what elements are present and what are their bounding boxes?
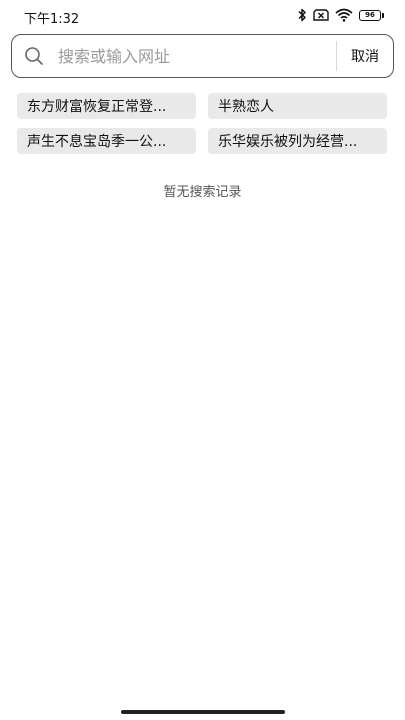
status-bar: 下午1:32 96 bbox=[0, 0, 405, 30]
search-input[interactable] bbox=[56, 36, 336, 76]
hot-search-chip[interactable]: 东方财富恢复正常登... bbox=[17, 93, 196, 119]
hot-search-chip[interactable]: 声生不息宝岛季一公... bbox=[17, 128, 196, 154]
cancel-button[interactable]: 取消 bbox=[337, 35, 393, 77]
status-icons: 96 bbox=[297, 7, 384, 23]
bluetooth-icon bbox=[297, 8, 307, 22]
hot-search-chip[interactable]: 半熟恋人 bbox=[208, 93, 387, 119]
status-time: 下午1:32 bbox=[24, 12, 80, 27]
sim-off-icon bbox=[313, 9, 329, 21]
home-indicator[interactable] bbox=[121, 710, 285, 714]
hot-search-chip[interactable]: 乐华娱乐被列为经营... bbox=[208, 128, 387, 154]
wifi-icon bbox=[335, 8, 353, 22]
empty-history-message: 暂无搜索记录 bbox=[163, 185, 242, 200]
search-icon bbox=[12, 34, 56, 78]
search-bar: 取消 bbox=[11, 34, 394, 78]
battery-level: 96 bbox=[365, 11, 375, 19]
battery-icon: 96 bbox=[359, 9, 384, 21]
